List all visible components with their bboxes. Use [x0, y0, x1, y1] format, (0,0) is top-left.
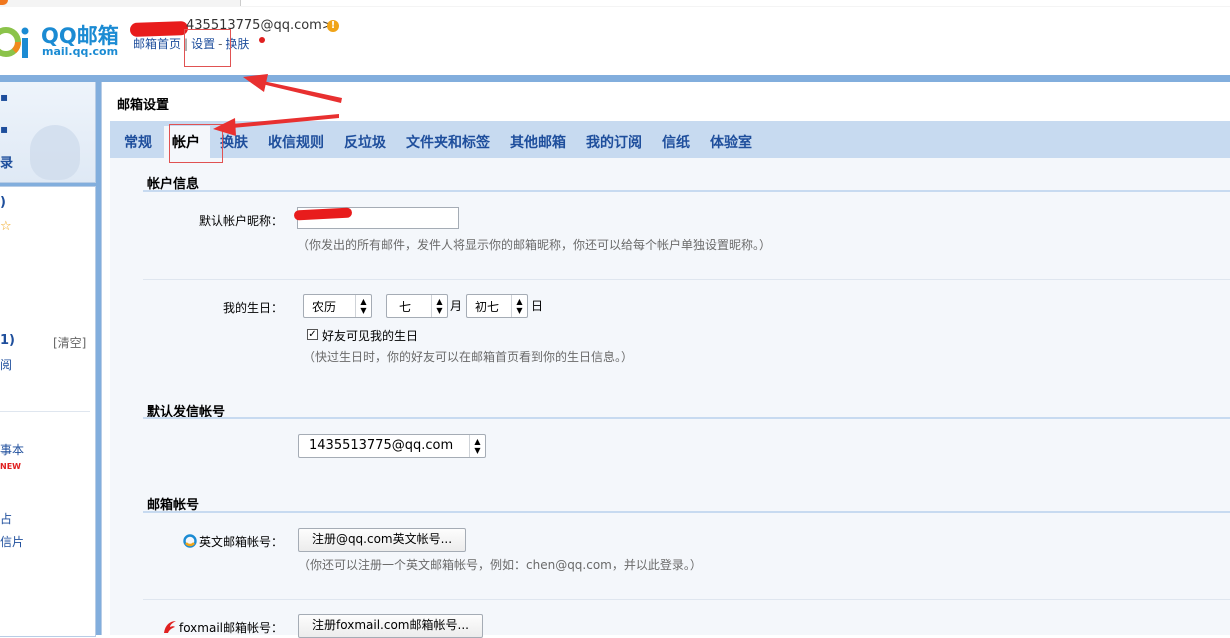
- tab-other-mailbox[interactable]: 其他邮箱: [510, 132, 566, 152]
- address-bar[interactable]: [240, 0, 1230, 6]
- new-badge: NEW: [0, 462, 21, 471]
- birthday-hint: （快过生日时，你的好友可以在邮箱首页看到你的生日信息。）: [303, 350, 634, 364]
- english-account-hint: （你还可以注册一个英文邮箱帐号，例如：chen@qq.com，并以此登录。）: [298, 558, 702, 572]
- sidebar-mark-2: ▪: [0, 122, 9, 136]
- star-icon[interactable]: ☆: [0, 219, 12, 234]
- calendar-type-select[interactable]: 农历 ▲ ▼: [303, 294, 372, 318]
- day-unit: 日: [531, 299, 544, 313]
- tab-stationery[interactable]: 信纸: [662, 132, 690, 152]
- sidebar-mark-1: ▪: [0, 90, 9, 104]
- nickname-hint: （你发出的所有邮件，发件人将显示你的邮箱昵称，你还可以给每个帐户单独设置昵称。）: [297, 238, 772, 252]
- month-value: 七: [399, 300, 412, 314]
- month-select[interactable]: 七 ▲ ▼: [386, 294, 448, 318]
- select-arrows-icon: ▲ ▼: [469, 435, 485, 457]
- select-arrows-icon: ▲ ▼: [431, 295, 447, 317]
- tab-antispam[interactable]: 反垃圾: [344, 132, 386, 152]
- sidebar-item-contacts[interactable]: 录: [0, 152, 13, 171]
- nav-home-link[interactable]: 邮箱首页: [133, 37, 181, 51]
- select-arrows-icon: ▲ ▼: [355, 295, 371, 317]
- foxmail-icon: [164, 621, 176, 633]
- sidebar-clear-link[interactable]: [清空]: [53, 334, 86, 351]
- row-divider: [143, 279, 1230, 280]
- register-english-account-button[interactable]: 注册@qq.com英文帐号...: [298, 528, 466, 552]
- sidebar-item-postcard[interactable]: 信片: [0, 533, 24, 550]
- sidebar-item-trash-count[interactable]: 1): [0, 333, 15, 348]
- calendar-type-value: 农历: [312, 300, 337, 314]
- tab-rules[interactable]: 收信规则: [268, 132, 324, 152]
- sidebar-item-notepad[interactable]: 事本: [0, 441, 24, 458]
- friends-visible-label[interactable]: 好友可见我的生日: [322, 327, 418, 344]
- section-divider: [143, 417, 1230, 419]
- section-divider: [143, 511, 1230, 513]
- nickname-label: 默认帐户昵称：: [198, 214, 283, 228]
- qq-mail-logo-icon[interactable]: [0, 22, 32, 62]
- sidebar-item-station[interactable]: 占: [0, 510, 12, 527]
- tab-skin[interactable]: 换肤: [220, 132, 248, 152]
- tab-subscription[interactable]: 我的订阅: [586, 132, 642, 152]
- register-foxmail-account-button[interactable]: 注册foxmail.com邮箱帐号...: [298, 614, 483, 638]
- foxmail-account-label: foxmail邮箱帐号：: [178, 621, 283, 635]
- qq-penguin-icon: [30, 125, 80, 180]
- page-title: 邮箱设置: [117, 98, 170, 113]
- sidebar-item-subscription[interactable]: 阅: [0, 356, 12, 373]
- account-tab-highlight-box: [169, 124, 223, 163]
- default-sender-select[interactable]: 1435513775@qq.com ▲ ▼: [298, 434, 486, 458]
- english-account-label: 英文邮箱帐号：: [198, 535, 283, 549]
- sidebar-item-count[interactable]: ): [0, 195, 6, 210]
- warning-icon[interactable]: !: [327, 20, 339, 32]
- month-unit: 月: [450, 299, 463, 313]
- default-sender-value: 1435513775@qq.com: [309, 438, 454, 453]
- logo-subtitle: mail.qq.com: [42, 45, 119, 58]
- settings-highlight-box: [184, 29, 231, 67]
- day-select[interactable]: 初七 ▲ ▼: [466, 294, 528, 318]
- day-value: 初七: [475, 300, 500, 314]
- select-arrows-icon: ▲ ▼: [511, 295, 527, 317]
- tab-folders[interactable]: 文件夹和标签: [406, 132, 490, 152]
- friends-visible-checkbox[interactable]: ✓: [307, 329, 318, 340]
- section-divider: [143, 190, 1230, 192]
- qq-mail-small-icon: [183, 534, 197, 548]
- tab-general[interactable]: 常规: [124, 132, 152, 152]
- birthday-label: 我的生日：: [222, 301, 283, 315]
- tab-lab[interactable]: 体验室: [710, 132, 752, 152]
- row-divider: [143, 599, 1230, 600]
- new-skin-badge: [259, 37, 265, 43]
- sidebar-divider: [0, 411, 90, 412]
- browser-tab-icon: [0, 0, 8, 5]
